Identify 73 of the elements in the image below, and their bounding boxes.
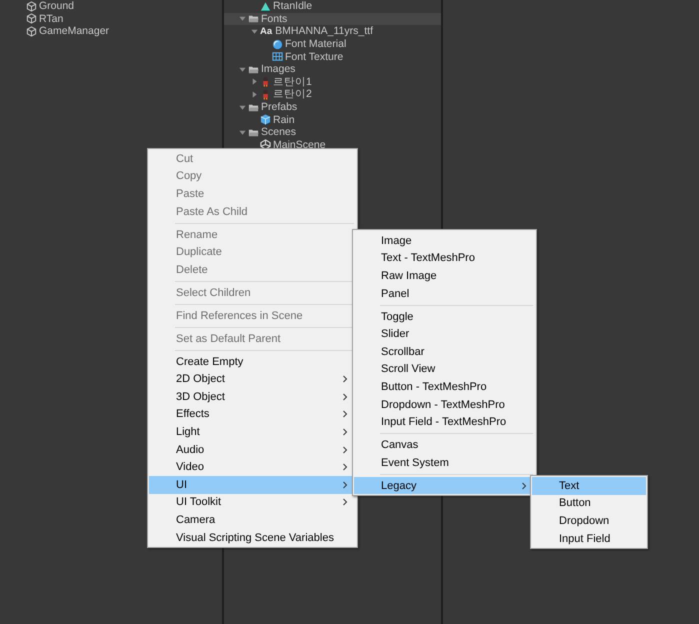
menu-item[interactable]: Image [354, 232, 535, 250]
sprite-icon [260, 76, 271, 88]
menu-item[interactable]: Dropdown - TextMeshPro [354, 396, 535, 414]
menu-item[interactable]: Audio [149, 440, 356, 458]
tree-row[interactable]: Rain [224, 113, 441, 126]
tree-row[interactable]: Font Material [224, 38, 441, 50]
menu-item[interactable]: Video [149, 458, 356, 476]
expand-arrow-icon[interactable] [238, 128, 246, 136]
menu-item[interactable]: 3D Object [149, 388, 356, 406]
menu-item[interactable]: Visual Scripting Scene Variables [149, 528, 356, 546]
asset-item[interactable]: RtanIdle [273, 0, 312, 12]
expand-arrow-icon[interactable] [238, 66, 246, 73]
asset-item[interactable]: Scenes [261, 126, 296, 138]
menu-item[interactable]: Button - TextMeshPro [354, 378, 535, 396]
tree-row[interactable]: Scenes [224, 126, 441, 139]
cube-icon [260, 114, 271, 126]
menu-item[interactable]: Toggle [354, 308, 535, 326]
collapse-arrow-icon[interactable] [250, 78, 258, 86]
asset-item[interactable]: Prefabs [261, 101, 298, 114]
hierarchy-item[interactable]: RTan [39, 12, 64, 25]
asset-item[interactable]: Images [261, 63, 296, 76]
texture-grid-icon [272, 51, 283, 62]
hierarchy-item[interactable]: GameManager [39, 25, 110, 38]
folder-icon [248, 13, 259, 24]
menu-item[interactable]: Text [532, 477, 646, 495]
cube-icon [26, 26, 37, 37]
cube-icon [26, 0, 37, 12]
tree-row[interactable]: 르탄이1 [224, 76, 441, 88]
asset-item[interactable]: BMHANNA_11yrs_ttf [275, 25, 373, 38]
tree-row[interactable]: Images [224, 62, 441, 76]
menu-item[interactable]: Camera [149, 511, 356, 529]
menu-item[interactable]: Canvas [354, 436, 535, 454]
menu-item[interactable]: Input Field [532, 530, 646, 548]
expand-arrow-icon[interactable] [238, 15, 246, 22]
tree-row[interactable]: Aa BMHANNA_11yrs_ttf [224, 25, 441, 38]
menu-item[interactable]: Create Empty [149, 352, 356, 370]
tree-row[interactable]: RtanIdle [224, 0, 441, 13]
scene-icon [260, 139, 271, 150]
asset-item[interactable]: Rain [273, 114, 295, 126]
menu-item[interactable]: Button [532, 494, 646, 512]
menu-item[interactable]: Input Field - TextMeshPro [354, 413, 535, 431]
tree-row[interactable]: Font Texture [224, 50, 441, 63]
asset-item[interactable]: 르탄이1 [273, 74, 312, 89]
menu-item[interactable]: Dropdown [532, 512, 646, 530]
asset-item[interactable]: Font Texture [285, 50, 344, 63]
menu-item[interactable]: Slider [354, 325, 535, 343]
font-icon: Aa [260, 26, 272, 37]
tree-row[interactable]: 르탄이2 [224, 88, 441, 101]
sprite-icon [260, 88, 271, 100]
tree-row[interactable]: Fonts [224, 12, 441, 26]
asset-item[interactable]: Font Material [285, 38, 346, 50]
menu-item[interactable]: Raw Image [354, 267, 535, 285]
sphere-icon [272, 38, 283, 50]
menu-item[interactable]: Panel [354, 284, 535, 302]
triangle-icon [260, 0, 271, 12]
menu-item[interactable]: Text - TextMeshPro [354, 250, 535, 268]
asset-item[interactable]: 르탄이2 [273, 87, 312, 102]
asset-item[interactable]: MainScene [273, 138, 326, 151]
asset-item[interactable]: Fonts [261, 12, 288, 25]
tree-row[interactable]: MainScene [224, 138, 441, 152]
menu-item[interactable]: UI Toolkit [149, 494, 356, 512]
menu-item[interactable]: Effects [149, 406, 356, 424]
menu-item[interactable]: Light [149, 423, 356, 441]
menu-item[interactable]: Scrollbar [354, 342, 535, 361]
expand-arrow-icon[interactable] [238, 104, 246, 111]
menu-item[interactable]: Event System [354, 454, 535, 472]
cube-icon [26, 13, 37, 24]
collapse-arrow-icon[interactable] [250, 90, 258, 98]
tree-row[interactable]: Prefabs [224, 100, 441, 114]
menu-item[interactable]: 2D Object [149, 370, 356, 388]
menu-item[interactable]: Scroll View [354, 360, 535, 378]
expand-arrow-icon[interactable] [250, 28, 258, 35]
hierarchy-item[interactable]: Ground [39, 0, 74, 12]
